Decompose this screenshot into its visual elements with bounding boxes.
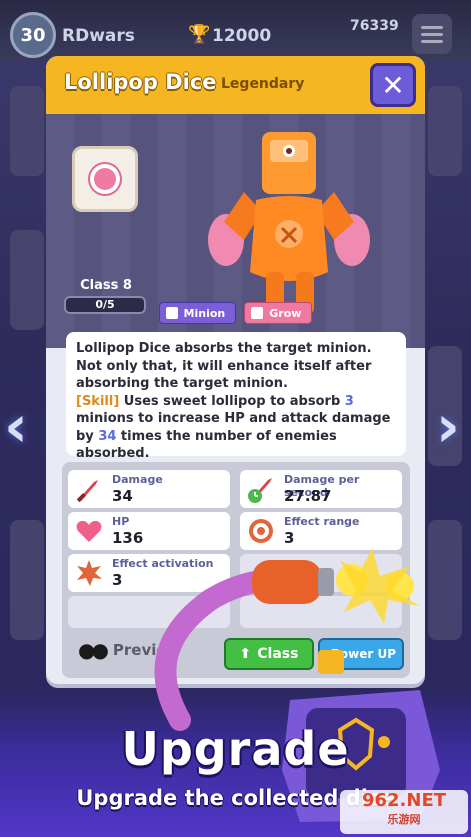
top-bar: 30 RDwars 🏆 12000 76339 bbox=[0, 0, 471, 62]
side-card-right-1 bbox=[428, 86, 462, 176]
stat-label: Damage bbox=[112, 473, 163, 486]
lollipop-dice-icon bbox=[72, 146, 138, 212]
heart-icon bbox=[76, 520, 102, 542]
skill-tag: [Skill] bbox=[76, 393, 120, 409]
skill-text-1: Uses sweet lollipop to absorb bbox=[119, 393, 345, 409]
power-up-label: Power UP bbox=[331, 647, 396, 661]
stat-value: 3 bbox=[112, 571, 123, 589]
skill-text-3: times the number of enemies absorbed. bbox=[76, 428, 337, 462]
burst-icon bbox=[77, 560, 102, 586]
sword-clock-icon bbox=[248, 478, 272, 503]
prev-arrow-icon[interactable]: ‹ bbox=[4, 392, 28, 460]
stat-empty-slot bbox=[240, 596, 402, 628]
stat-hp: HP 136 bbox=[68, 512, 230, 550]
stat-label: HP bbox=[112, 515, 130, 528]
menu-button[interactable] bbox=[412, 14, 452, 54]
side-card-left-1 bbox=[10, 86, 44, 176]
lollipop-dice-character-image bbox=[208, 132, 370, 314]
stat-value: 136 bbox=[112, 529, 144, 547]
stat-label: Effect activation bbox=[112, 557, 214, 570]
player-name: RDwars bbox=[62, 26, 135, 46]
stats-panel: Damage 34 Damage per second 27.87 HP 136… bbox=[62, 462, 410, 678]
banner-title: Upgrade bbox=[121, 722, 350, 776]
tag-minion: Minion bbox=[158, 302, 237, 324]
stat-effect-range: Effect range 3 bbox=[240, 512, 402, 550]
stat-value: 27.87 bbox=[284, 487, 332, 505]
stat-effect-activation: Effect activation 3 bbox=[68, 554, 230, 592]
stat-empty-slot bbox=[240, 554, 402, 592]
stat-damage-per-second: Damage per second 27.87 bbox=[240, 470, 402, 508]
stat-empty-slot bbox=[68, 596, 230, 628]
side-card-right-3 bbox=[428, 520, 462, 640]
grow-arrow-icon bbox=[251, 307, 264, 319]
trophy-count: 12000 bbox=[212, 26, 272, 46]
preview-button[interactable]: ●● Preview bbox=[72, 632, 222, 668]
class-button[interactable]: ⬆ Class bbox=[224, 638, 314, 670]
close-button[interactable]: ✕ bbox=[370, 63, 416, 107]
rarity-label: Legendary bbox=[221, 76, 305, 92]
dialog-title: Lollipop Dice bbox=[64, 70, 217, 94]
watermark-sub: 乐游网 bbox=[387, 813, 421, 826]
dice-detail-dialog: Lollipop Dice Legendary ✕ Class 8 0/5 Mi… bbox=[46, 56, 425, 684]
description-text: Lollipop Dice absorbs the target minion.… bbox=[76, 341, 372, 391]
dialog-header: Lollipop Dice Legendary ✕ bbox=[46, 56, 425, 114]
side-card-left-2 bbox=[10, 230, 44, 330]
eyes-icon: ●● bbox=[78, 638, 109, 662]
site-watermark-logo: 962.NET 乐游网 bbox=[340, 790, 468, 834]
power-up-button[interactable]: Power UP bbox=[318, 638, 404, 670]
trophy-icon: 🏆 bbox=[188, 24, 211, 45]
minion-icon bbox=[165, 307, 178, 319]
side-card-left-3 bbox=[10, 520, 44, 640]
target-icon bbox=[249, 519, 273, 543]
up-arrow-icon: ⬆ bbox=[239, 646, 252, 662]
class-button-label: Class bbox=[257, 646, 299, 662]
preview-label: Preview bbox=[112, 641, 181, 659]
stat-value: 3 bbox=[284, 529, 295, 547]
next-arrow-icon[interactable]: › bbox=[436, 392, 460, 460]
coin-count: 76339 bbox=[350, 18, 399, 34]
menu-icon bbox=[421, 25, 443, 29]
stat-label: Effect range bbox=[284, 515, 360, 528]
description-box: Lollipop Dice absorbs the target minion.… bbox=[66, 332, 406, 461]
stat-damage: Damage 34 bbox=[68, 470, 230, 508]
close-icon: ✕ bbox=[381, 68, 405, 102]
level-badge: 30 bbox=[10, 12, 56, 58]
tag-row: Minion Grow bbox=[46, 302, 425, 324]
skill-num-minions: 3 bbox=[344, 393, 354, 409]
stat-value: 34 bbox=[112, 487, 133, 505]
watermark-main: 962.NET bbox=[361, 790, 447, 811]
sword-icon bbox=[76, 480, 98, 503]
skill-num-multiplier: 34 bbox=[98, 428, 117, 444]
tag-grow: Grow bbox=[244, 302, 313, 324]
class-label: Class 8 bbox=[80, 278, 132, 293]
